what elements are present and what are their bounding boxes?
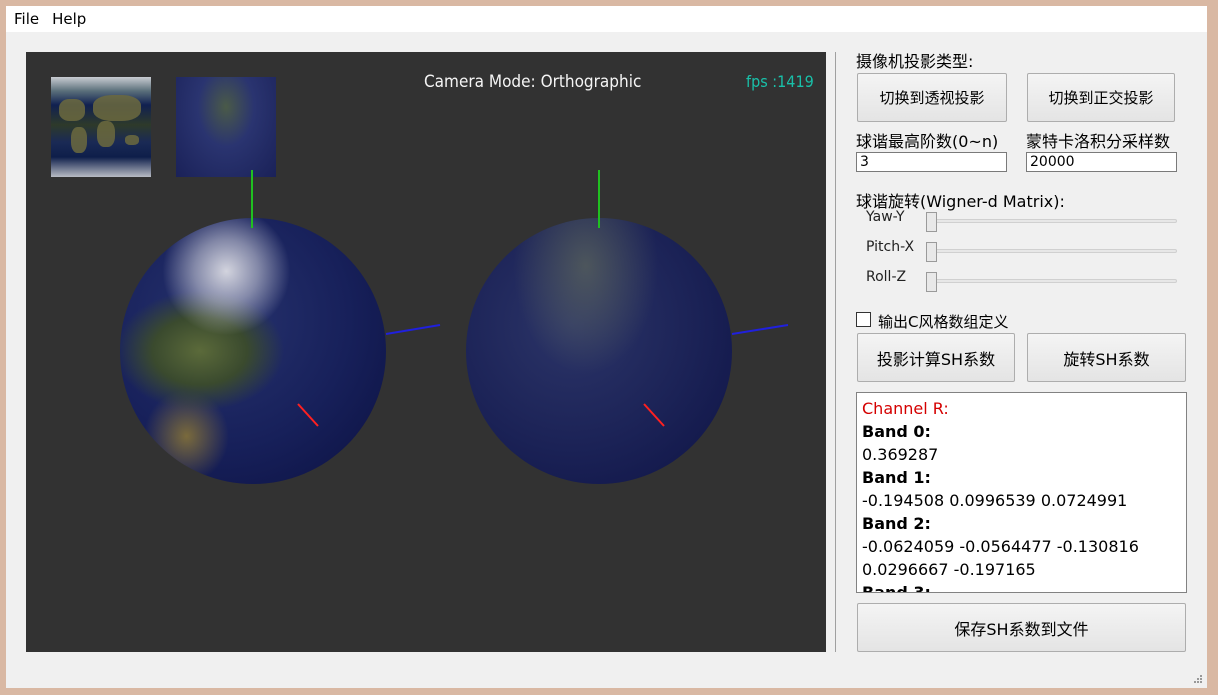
yaw-slider-label: Yaw-Y — [866, 209, 905, 225]
order-input[interactable]: 3 — [856, 152, 1007, 172]
c-array-checkbox-label: 输出C风格数组定义 — [878, 313, 1009, 331]
pitch-slider-track[interactable] — [926, 249, 1177, 253]
output-band2-values-line2: 0.0296667 -0.197165 — [862, 560, 1036, 579]
sh-output-textbox[interactable]: Channel R: Band 0: 0.369287 Band 1: -0.1… — [856, 392, 1187, 593]
sh-x-axis — [643, 403, 665, 427]
yaw-slider-handle[interactable] — [926, 212, 937, 232]
pitch-slider-label: Pitch-X — [866, 239, 915, 255]
menu-file[interactable]: File — [14, 10, 39, 28]
sh-z-axis — [731, 324, 789, 335]
samples-input[interactable]: 20000 — [1026, 152, 1177, 172]
perspective-button[interactable]: 切换到透视投影 — [857, 73, 1007, 122]
save-sh-button[interactable]: 保存SH系数到文件 — [857, 603, 1186, 652]
menu-bar: File Help — [6, 6, 1207, 32]
projection-type-label: 摄像机投影类型: — [856, 52, 974, 71]
main-window: File Help Camera Mode: Orthographic fps … — [6, 6, 1207, 688]
orthographic-button[interactable]: 切换到正交投影 — [1027, 73, 1175, 122]
output-band2-heading: Band 2: — [862, 514, 931, 533]
menu-help[interactable]: Help — [52, 10, 86, 28]
rotate-sh-button[interactable]: 旋转SH系数 — [1027, 333, 1186, 382]
pitch-slider-handle[interactable] — [926, 242, 937, 262]
roll-slider-label: Roll-Z — [866, 269, 907, 285]
roll-slider-handle[interactable] — [926, 272, 937, 292]
output-band3-heading: Band 3: — [862, 583, 931, 593]
panel-divider — [835, 52, 836, 652]
output-channel-heading: Channel R: — [862, 399, 949, 418]
output-band1-heading: Band 1: — [862, 468, 931, 487]
output-band0-values: 0.369287 — [862, 445, 939, 464]
earth-x-axis — [297, 403, 319, 427]
roll-slider-track[interactable] — [926, 279, 1177, 283]
yaw-slider-track[interactable] — [926, 219, 1177, 223]
order-label: 球谐最高阶数(0~n) — [856, 132, 999, 151]
resize-grip-icon[interactable] — [1193, 674, 1203, 684]
output-band1-values: -0.194508 0.0996539 0.0724991 — [862, 491, 1128, 510]
c-array-checkbox[interactable] — [856, 312, 871, 327]
render-viewport[interactable]: Camera Mode: Orthographic fps :1419 — [26, 52, 826, 652]
output-band2-values-line1: -0.0624059 -0.0564477 -0.130816 — [862, 537, 1139, 556]
earth-z-axis — [385, 324, 441, 335]
output-band0-heading: Band 0: — [862, 422, 931, 441]
axes-overlay — [251, 170, 789, 427]
project-sh-button[interactable]: 投影计算SH系数 — [857, 333, 1015, 382]
samples-label: 蒙特卡洛积分采样数 — [1026, 132, 1171, 151]
